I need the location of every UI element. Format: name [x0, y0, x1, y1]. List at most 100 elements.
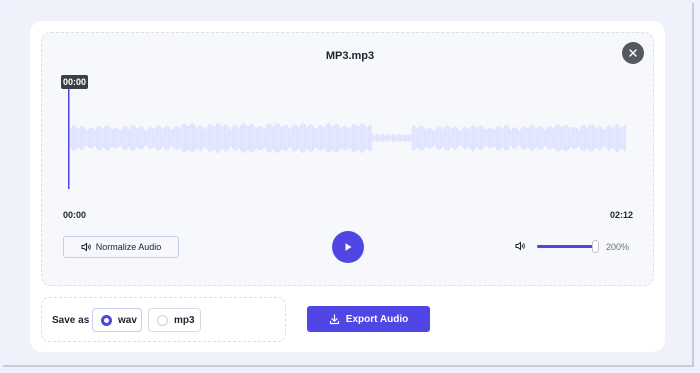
- waveform-bar: [564, 124, 566, 152]
- waveform-bar: [422, 125, 424, 151]
- waveform-bar: [382, 134, 384, 142]
- waveform-bar: [540, 126, 542, 150]
- waveform-bar: [610, 126, 612, 150]
- waveform-bar: [368, 125, 370, 151]
- waveform-bar: [578, 129, 580, 147]
- waveform-bar: [248, 125, 250, 151]
- waveform-bar: [202, 126, 204, 150]
- waveform-bar: [516, 128, 518, 148]
- waveform-bar: [288, 128, 290, 148]
- waveform-bar: [124, 125, 126, 151]
- format-option-label: mp3: [174, 314, 195, 326]
- waveform-bar: [364, 124, 366, 152]
- time-start: 00:00: [63, 210, 87, 220]
- waveform-bar: [608, 125, 610, 151]
- waveform-bar: [118, 129, 120, 147]
- waveform-bar: [136, 128, 138, 148]
- waveform-bar: [518, 130, 520, 146]
- format-option-wav[interactable]: wav: [92, 308, 142, 332]
- waveform-bar: [270, 124, 272, 152]
- waveform-bar: [272, 126, 274, 150]
- waveform-bar: [510, 129, 512, 147]
- waveform-bar: [340, 127, 342, 149]
- waveform-bar: [432, 129, 434, 147]
- waveform-bar: [466, 127, 468, 149]
- waveform[interactable]: [60, 74, 635, 194]
- waveform-bar: [336, 123, 338, 153]
- waveform-bar: [444, 126, 446, 150]
- waveform-bar: [188, 126, 190, 150]
- waveform-bar: [220, 125, 222, 151]
- format-option-label: wav: [118, 314, 137, 326]
- play-button[interactable]: [332, 231, 364, 263]
- waveform-bar: [536, 128, 538, 148]
- close-button[interactable]: [622, 42, 644, 64]
- normalize-audio-button[interactable]: Normalize Audio: [63, 236, 179, 258]
- waveform-bar: [560, 126, 562, 150]
- waveform-bar: [442, 129, 444, 147]
- waveform-bar: [494, 128, 496, 148]
- waveform-bar: [342, 126, 344, 150]
- waveform-bar: [190, 123, 192, 153]
- waveform-bar: [522, 126, 524, 150]
- waveform-bar: [598, 125, 600, 151]
- waveform-bar: [240, 125, 242, 151]
- volume-slider-track[interactable]: [537, 245, 597, 248]
- waveform-bar: [82, 126, 84, 150]
- waveform-bar: [226, 124, 228, 152]
- waveform-bar: [90, 127, 92, 149]
- waveform-bar: [434, 130, 436, 146]
- waveform-bar: [84, 128, 86, 148]
- waveform-bar: [182, 124, 184, 152]
- export-audio-button[interactable]: Export Audio: [307, 306, 430, 332]
- waveform-bar: [282, 126, 284, 150]
- waveform-bar: [232, 126, 234, 150]
- radio-unchecked-icon: [157, 314, 168, 326]
- waveform-bar: [130, 126, 132, 150]
- waveform-bar: [618, 124, 620, 152]
- waveform-bar: [264, 128, 266, 148]
- waveform-bar: [420, 125, 422, 151]
- waveform-bar: [412, 125, 414, 151]
- waveform-bar: [314, 127, 316, 149]
- playhead-line[interactable]: [68, 89, 70, 189]
- waveform-bar: [168, 127, 170, 149]
- waveform-bar: [414, 125, 416, 151]
- waveform-bar: [252, 123, 254, 153]
- waveform-bar: [344, 125, 346, 151]
- waveform-bar: [478, 126, 480, 150]
- waveform-bar: [456, 127, 458, 149]
- volume-icon[interactable]: [515, 241, 526, 251]
- waveform-bar: [380, 135, 382, 141]
- waveform-bar: [166, 125, 168, 151]
- export-audio-label: Export Audio: [345, 313, 409, 325]
- waveform-bar: [214, 125, 216, 151]
- waveform-bar: [80, 125, 82, 151]
- waveform-bar: [224, 124, 226, 152]
- waveform-bar: [562, 126, 564, 150]
- waveform-bar: [498, 125, 500, 151]
- waveform-bar: [218, 123, 220, 153]
- waveform-bar: [86, 130, 88, 146]
- waveform-bar: [322, 126, 324, 150]
- waveform-bar: [492, 129, 494, 147]
- waveform-bar: [402, 135, 404, 141]
- waveform-bar: [584, 125, 586, 151]
- volume-slider-thumb[interactable]: [592, 240, 599, 253]
- waveform-bar: [582, 124, 584, 152]
- waveform-bar: [326, 124, 328, 152]
- waveform-bar: [196, 127, 198, 149]
- waveform-bar: [448, 125, 450, 151]
- waveform-bar: [370, 124, 372, 152]
- waveform-bar: [170, 130, 172, 146]
- waveform-bar: [476, 128, 478, 148]
- waveform-bar: [520, 128, 522, 148]
- format-option-mp3[interactable]: mp3: [148, 308, 201, 332]
- waveform-bar: [588, 125, 590, 151]
- waveform-bar: [534, 127, 536, 149]
- waveform-bar: [546, 128, 548, 148]
- waveform-bar: [244, 123, 246, 153]
- waveform-bar: [148, 127, 150, 149]
- waveform-bar: [238, 127, 240, 149]
- waveform-bar: [88, 128, 90, 148]
